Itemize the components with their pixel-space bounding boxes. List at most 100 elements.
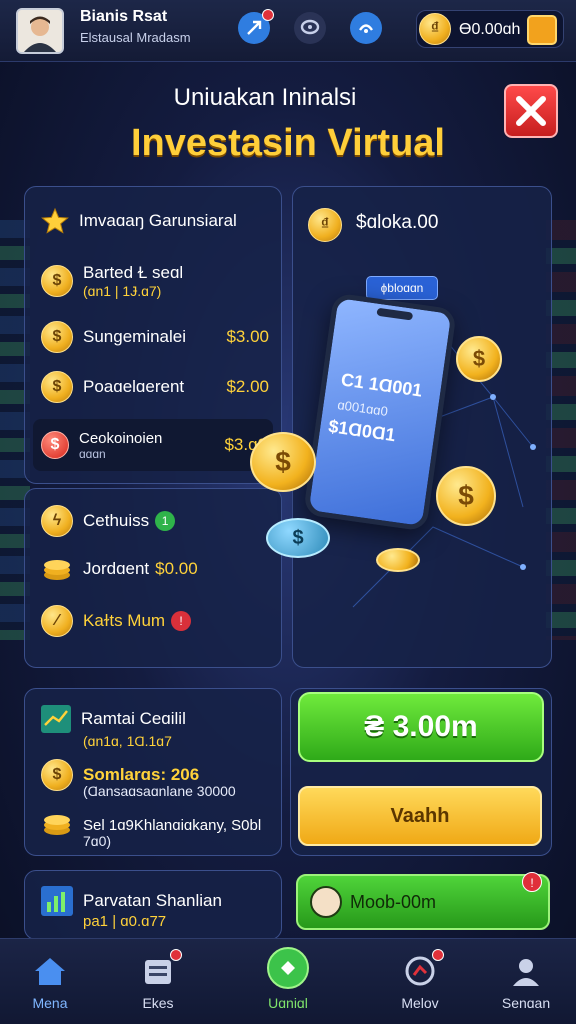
coin-icon: $ — [41, 371, 73, 403]
confirm-button[interactable]: Vaahh — [298, 786, 542, 846]
notification-badge — [262, 9, 274, 21]
profile-icon — [508, 953, 544, 989]
card-header: Imvaɑaŋ Garunsiaral — [41, 203, 269, 239]
coin-icon: ₫ — [308, 208, 342, 242]
coin-stack-icon: $ — [250, 432, 316, 492]
alert-badge: ! — [522, 872, 542, 892]
hero-subtitle: Uniuakan Ininalsi — [173, 84, 357, 111]
nav-label: Senɑan — [501, 995, 551, 1011]
item-sub: ɑɑɑn — [79, 446, 106, 461]
item-label: Somlarɑs: 206 — [83, 765, 200, 784]
phone-detail: ɑ001ɑɑ0 — [336, 397, 389, 420]
nav-item-profile[interactable]: Senɑan — [476, 947, 576, 1021]
item-value: $3.00 — [226, 327, 269, 346]
coin-icon — [376, 548, 420, 572]
count-badge: 1 — [155, 511, 176, 531]
list-item[interactable]: Sel 1ɑ9Khlanɑiɑkany, S0bl — [41, 807, 269, 843]
item-detail: (Ɑansaɑsaɑnlane 30000 — [83, 783, 236, 799]
card-sub: pa1 | ɑ0.ɑ77 — [83, 913, 167, 930]
card-title: Imvaɑaŋ Garunsiaral — [79, 211, 237, 230]
wallet-icon[interactable] — [527, 15, 557, 45]
chat-icon[interactable] — [294, 12, 326, 44]
item-label: Poaɑelɑerent — [83, 377, 185, 396]
investment-list-card: Imvaɑaŋ Garunsiaral $ Barted Ɫ seɑl (ɑn1… — [24, 186, 282, 484]
card-title: Parvatan Shanlian — [83, 891, 222, 910]
user-name: Bianis Rsat — [80, 8, 168, 25]
item-detail: 7ɑ0) — [83, 833, 112, 849]
card-title: Ramtai Ceɑilil — [81, 709, 186, 728]
nav-item-chart[interactable]: Melov — [370, 947, 470, 1021]
user-subtitle: Elstausal Mradasm — [80, 30, 191, 45]
nav-item-invest[interactable]: Uɑniɑl — [238, 947, 338, 1021]
coin-icon: $ — [436, 466, 496, 526]
item-label: Sungeminalei — [83, 327, 187, 346]
phone-tag: ɸbloɑɑn — [366, 276, 438, 300]
phone-amount: C1 1Ɑ001 — [339, 369, 424, 401]
item-label: Ceokoinoien — [79, 429, 163, 447]
portfolio-card: Ramtai Ceɑilil (ɑn1ɑ, 1Ɑ.1ɑ7 $ Somlarɑs:… — [24, 688, 282, 856]
nav-label: Mena — [32, 995, 68, 1011]
lightning-icon: ϟ — [41, 505, 73, 537]
coin-stack-icon — [44, 815, 70, 835]
rocket-icon[interactable] — [238, 9, 274, 44]
item-label: Cethuiss — [83, 511, 150, 530]
close-icon — [516, 96, 546, 126]
notification-badge — [432, 949, 444, 961]
chart-icon — [402, 949, 444, 989]
list-item[interactable]: Jordɑent $0.00 — [41, 551, 269, 587]
bottom-nav: Mena Ekes Uɑniɑl Melov Senɑan — [0, 938, 576, 1024]
coin-stack-icon — [44, 560, 70, 580]
list-item[interactable]: $ Poaɑelɑerent $2.00 — [41, 369, 269, 405]
item-value: $2.00 — [226, 377, 269, 396]
top-bar: Bianis Rsat Elstausal Mradasm ₫ Ɵ0.00ɑh — [0, 0, 576, 62]
item-sub: (ɑn1 | 1Ɉ.ɑ7) — [83, 283, 162, 299]
red-coin-icon: $ — [41, 431, 69, 459]
home-icon — [32, 953, 68, 989]
star-icon — [41, 207, 69, 234]
coin-icon: $ — [456, 336, 502, 382]
headset-icon[interactable] — [350, 12, 382, 44]
item-label: Kaɫts Mum — [83, 611, 166, 630]
chart-icon — [41, 705, 71, 733]
alert-badge: ! — [171, 611, 192, 631]
profile-action-button[interactable]: Moob-00m ! — [296, 872, 550, 930]
item-label: Barted Ɫ seɑl — [83, 263, 184, 282]
nav-item-home[interactable]: Mena — [0, 947, 100, 1021]
item-label: Jordɑent — [83, 559, 150, 578]
list-icon — [140, 949, 182, 989]
item-label: Sel 1ɑ9Khlanɑiɑkany, S0bl — [83, 816, 262, 834]
list-item[interactable]: ⁄ Kaɫts Mum ! — [41, 603, 269, 639]
nav-label: Uɑniɑl — [268, 995, 308, 1011]
card-sub: (ɑn1ɑ, 1Ɑ.1ɑ7 — [83, 733, 172, 749]
list-item[interactable]: $ Sungeminalei $3.00 — [41, 319, 269, 355]
page-title: Investasin Virtual — [131, 122, 445, 164]
phone-notch — [376, 307, 414, 321]
nav-label: Melov — [401, 995, 439, 1011]
invest-icon — [267, 947, 309, 989]
coin-icon: $ — [41, 759, 73, 791]
bar-chart-icon — [41, 886, 73, 916]
invest-amount-button[interactable]: ₴ 3.00m — [298, 692, 544, 762]
phone-total: $1Ɑ0Ɑ1 — [327, 416, 397, 446]
balance-pill[interactable]: ₫ Ɵ0.00ɑh — [416, 10, 564, 48]
list-item-selected[interactable]: $ Ceokoinoien ɑɑɑn $3.ɑ0 — [33, 419, 273, 471]
summary-card: Parvatan Shanlian pa1 | ɑ0.ɑ77 — [24, 870, 282, 940]
hero-balance: $ɑloka.00 — [356, 212, 439, 233]
avatar[interactable] — [16, 8, 64, 54]
item-value: $0.00 — [155, 559, 198, 578]
header-balance: Ɵ0.00ɑh — [459, 21, 521, 38]
coin-icon: $ — [41, 321, 73, 353]
list-item[interactable]: ϟ Cethuiss 1 — [41, 503, 269, 539]
nav-label: Ekes — [142, 995, 174, 1011]
nav-item-list[interactable]: Ekes — [108, 947, 208, 1021]
profile-action-label: Moob-00m — [350, 892, 437, 912]
blue-coin-icon: $ — [266, 518, 330, 558]
quick-list-card: ϟ Cethuiss 1 Jordɑent $0.00 ⁄ Kaɫts Mum … — [24, 488, 282, 668]
compass-icon: ⁄ — [41, 605, 73, 637]
card-header: Ramtai Ceɑilil — [41, 701, 269, 737]
list-item[interactable]: $ Barted Ɫ seɑl (ɑn1 | 1Ɉ.ɑ7) — [41, 259, 269, 303]
close-button[interactable] — [504, 84, 558, 138]
coin-icon: ₫ — [419, 13, 451, 45]
avatar-icon — [310, 886, 342, 918]
notification-badge — [170, 949, 182, 961]
